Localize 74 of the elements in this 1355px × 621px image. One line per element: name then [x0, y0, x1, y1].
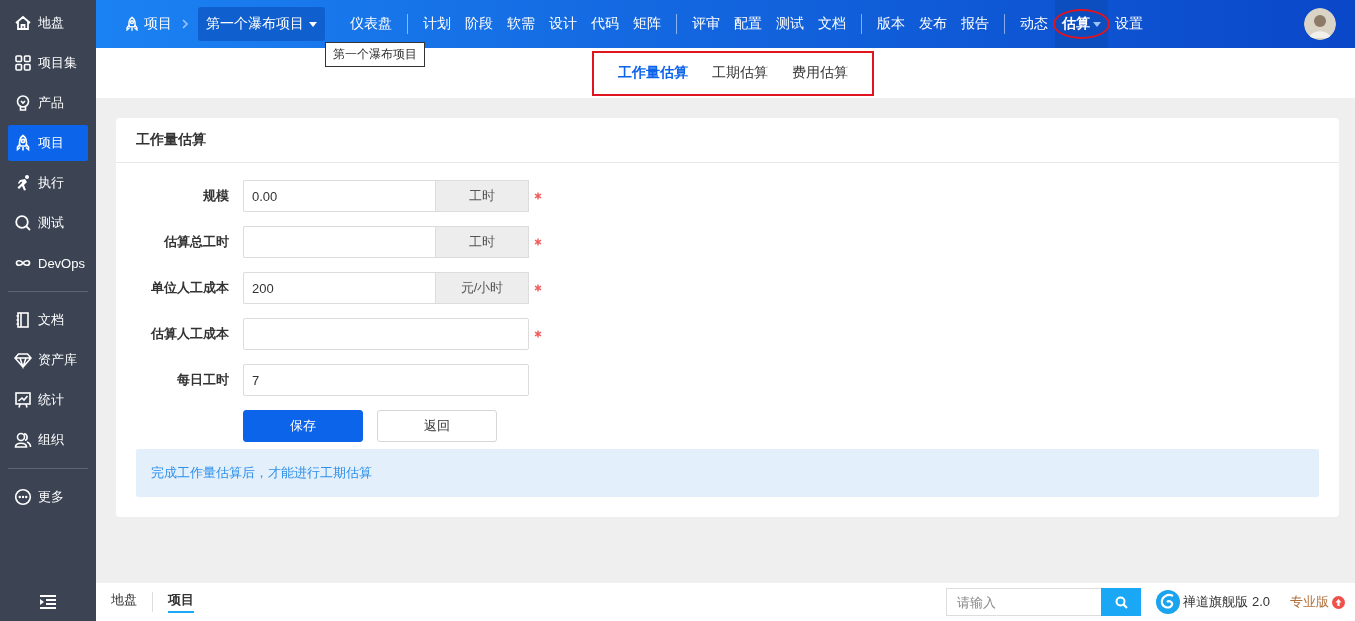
sidebar-item[interactable]: 产品: [8, 85, 88, 121]
edition-link[interactable]: 专业版: [1290, 593, 1345, 611]
sidebar-item[interactable]: 项目集: [8, 45, 88, 81]
nav-tab[interactable]: 阶段: [458, 0, 500, 48]
nav-tab[interactable]: 发布: [912, 0, 954, 48]
sub-tab[interactable]: 工期估算: [700, 64, 780, 82]
breadcrumb-link[interactable]: 项目: [124, 15, 172, 33]
tooltip: 第一个瀑布项目: [325, 42, 425, 67]
more-icon: [14, 488, 32, 506]
input-field[interactable]: [243, 318, 529, 350]
nav-tab[interactable]: 文档: [811, 0, 853, 48]
nav-tab[interactable]: 评审: [685, 0, 727, 48]
search-icon: [14, 214, 32, 232]
nav-tab[interactable]: 设计: [542, 0, 584, 48]
card-title: 工作量估算: [136, 131, 206, 149]
sidebar-item[interactable]: 组织: [8, 422, 88, 458]
sub-tab[interactable]: 费用估算: [780, 64, 860, 82]
rocket-icon: [124, 16, 140, 32]
search-field[interactable]: 请输入: [946, 588, 1102, 616]
nav-tab[interactable]: 软需: [500, 0, 542, 48]
nav-tab[interactable]: 动态: [1013, 0, 1055, 48]
unit-addon: 工时: [435, 180, 529, 212]
search-icon: [1114, 595, 1128, 609]
home-icon: [14, 14, 32, 32]
version-label: 禅道旗舰版 2.0: [1183, 593, 1270, 611]
notebook-icon: [14, 311, 32, 329]
nav-tab[interactable]: 代码: [584, 0, 626, 48]
rocket-icon: [14, 134, 32, 152]
footer-breadcrumb[interactable]: 项目: [168, 591, 194, 613]
sidebar-item[interactable]: 统计: [8, 382, 88, 418]
input-field[interactable]: [243, 226, 435, 258]
chevron-icon: [180, 19, 190, 29]
info-notice: 完成工作量估算后，才能进行工期估算: [136, 449, 1319, 497]
people-icon: [14, 431, 32, 449]
unit-addon: 工时: [435, 226, 529, 258]
logo-icon: [1156, 590, 1181, 614]
upgrade-icon: [1332, 595, 1345, 609]
input-field[interactable]: 0.00: [243, 180, 435, 212]
diamond-icon: [14, 351, 32, 369]
chart-board-icon: [14, 391, 32, 409]
nav-tab[interactable]: 测试: [769, 0, 811, 48]
project-dropdown[interactable]: 第一个瀑布项目: [198, 7, 325, 41]
lightbulb-icon: [14, 94, 32, 112]
grid-icon: [14, 54, 32, 72]
input-field[interactable]: 7: [243, 364, 529, 396]
nav-tab[interactable]: 设置: [1108, 0, 1150, 48]
avatar[interactable]: [1304, 8, 1336, 40]
sidebar-item[interactable]: 执行: [8, 165, 88, 201]
collapse-menu-icon[interactable]: [40, 595, 56, 609]
sidebar-item[interactable]: 地盘: [8, 5, 88, 41]
sidebar-item[interactable]: 测试: [8, 205, 88, 241]
footer-breadcrumb[interactable]: 地盘: [111, 591, 137, 613]
field-label: 估算总工时: [162, 233, 229, 251]
sidebar-item[interactable]: DevOps: [8, 245, 88, 281]
nav-tab[interactable]: 配置: [727, 0, 769, 48]
unit-addon: 元/小时: [435, 272, 529, 304]
caret-icon: [309, 21, 317, 27]
search-button[interactable]: [1101, 588, 1142, 616]
nav-tab[interactable]: 矩阵: [626, 0, 668, 48]
sidebar-item[interactable]: 更多: [8, 479, 88, 515]
field-label: 每日工时: [176, 371, 229, 389]
sidebar-item[interactable]: 项目: [8, 125, 88, 161]
nav-tab[interactable]: 估算: [1055, 0, 1108, 48]
sidebar-item[interactable]: 资产库: [8, 342, 88, 378]
save-button[interactable]: 保存: [243, 410, 363, 442]
back-button[interactable]: 返回: [377, 410, 497, 442]
field-label: 单位人工成本: [150, 279, 229, 297]
sidebar-item[interactable]: 文档: [8, 302, 88, 338]
sub-tab[interactable]: 工作量估算: [606, 64, 700, 82]
input-field[interactable]: 200: [243, 272, 435, 304]
field-label: 规模: [202, 187, 229, 205]
nav-tab[interactable]: 版本: [870, 0, 912, 48]
nav-tab[interactable]: 报告: [954, 0, 996, 48]
field-label: 估算人工成本: [149, 325, 229, 343]
